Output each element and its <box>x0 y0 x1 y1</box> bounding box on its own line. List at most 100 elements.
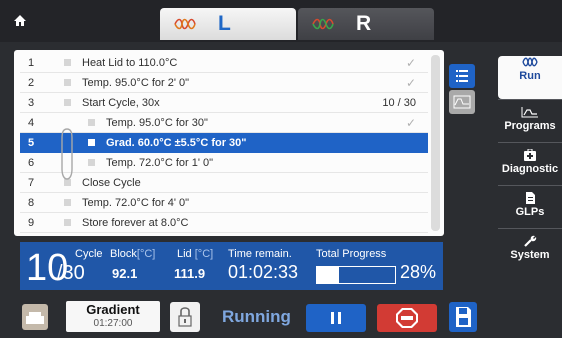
step-number: 5 <box>28 137 35 149</box>
block-left-label: L <box>218 12 231 35</box>
tab-block-left[interactable]: L <box>160 8 296 40</box>
first-aid-icon <box>524 149 536 161</box>
step-number: 3 <box>28 97 35 109</box>
nav-glps[interactable]: GLPs <box>498 185 562 228</box>
step-number: 6 <box>28 157 35 169</box>
step-description: Close Cycle <box>82 177 141 189</box>
list-view-button[interactable] <box>449 64 475 88</box>
step-number: 1 <box>28 57 35 69</box>
main-navigation: Run Programs Diagnostic GLPs System <box>498 50 562 271</box>
save-button[interactable] <box>449 302 477 332</box>
lock-icon <box>178 307 192 327</box>
gradient-title: Gradient <box>86 302 140 317</box>
gradient-time: 01:27:00 <box>93 318 133 329</box>
dna-icon <box>312 18 334 30</box>
step-row[interactable]: 7 Close Cycle <box>20 173 428 193</box>
run-status-panel: 10 /30 Cycle Block[°C] 92.1 Lid [°C] 111… <box>20 242 443 290</box>
step-done-check-icon: ✓ <box>405 56 416 70</box>
graph-view-button[interactable] <box>449 90 475 114</box>
pause-button[interactable] <box>306 304 366 332</box>
save-icon <box>456 307 471 327</box>
lid-icon <box>26 312 44 324</box>
step-description: Start Cycle, 30x <box>82 97 160 109</box>
pause-icon <box>331 312 341 324</box>
lid-temp-label: Lid [°C] <box>177 248 214 260</box>
steps-list: 1 Heat Lid to 110.0°C ✓ 2 Temp. 95.0°C for 2… <box>20 53 428 233</box>
nav-run-label: Run <box>519 70 541 82</box>
bottom-controls: Gradient 01:27:00 Running <box>0 296 562 338</box>
step-description: Temp. 72.0°C for 4' 0" <box>82 197 190 209</box>
nav-diagnostic[interactable]: Diagnostic <box>498 142 562 185</box>
step-status: 10 / 30 <box>382 97 416 109</box>
top-bar: L R <box>0 0 562 42</box>
block-right-label: R <box>356 12 372 35</box>
step-description: Temp. 72.0°C for 1' 0" <box>106 157 214 169</box>
wrench-icon <box>524 235 537 247</box>
step-description: Heat Lid to 110.0°C <box>82 57 178 69</box>
program-steps-panel: 1 Heat Lid to 110.0°C ✓ 2 Temp. 95.0°C for 2… <box>14 50 444 236</box>
step-number: 4 <box>28 117 35 129</box>
lock-button[interactable] <box>170 302 200 332</box>
stop-button[interactable] <box>377 304 437 332</box>
nav-programs[interactable]: Programs <box>498 99 562 142</box>
lid-button[interactable] <box>22 304 48 330</box>
nav-system-label: System <box>510 249 550 261</box>
step-done-check-icon: ✓ <box>405 116 416 130</box>
total-cycles: /30 <box>57 262 85 284</box>
home-button[interactable] <box>10 10 30 30</box>
gradient-info: Gradient 01:27:00 <box>66 301 160 332</box>
step-marker <box>64 219 71 226</box>
step-row[interactable]: 9 Store forever at 8.0°C <box>20 213 428 233</box>
step-number: 9 <box>28 217 35 229</box>
step-marker <box>64 99 71 106</box>
nav-diagnostic-label: Diagnostic <box>501 163 559 175</box>
step-description: Store forever at 8.0°C <box>82 217 189 229</box>
cycle-loop-icon <box>61 128 73 180</box>
step-row[interactable]: 3 Start Cycle, 30x 10 / 30 <box>20 93 428 113</box>
time-remaining-label: Time remain. <box>228 248 292 260</box>
nav-system[interactable]: System <box>498 228 562 271</box>
document-icon <box>526 192 535 204</box>
step-number: 2 <box>28 77 35 89</box>
step-number: 7 <box>28 177 35 189</box>
step-description: Grad. 60.0°C ±5.5°C for 30" <box>106 137 247 149</box>
profile-graph-icon <box>453 95 471 109</box>
progress-fill <box>317 267 339 283</box>
step-description: Temp. 95.0°C for 30" <box>106 117 208 129</box>
programs-icon <box>521 107 538 118</box>
step-row[interactable]: 6 Temp. 72.0°C for 1' 0" <box>20 153 428 173</box>
nav-glps-label: GLPs <box>515 206 545 218</box>
tab-block-right[interactable]: R <box>298 8 434 40</box>
step-row[interactable]: 2 Temp. 95.0°C for 2' 0" ✓ <box>20 73 428 93</box>
progress-percent: 28% <box>400 262 437 282</box>
run-state-label: Running <box>222 307 291 326</box>
list-icon <box>456 70 468 82</box>
progress-bar <box>316 266 396 284</box>
step-row[interactable]: 1 Heat Lid to 110.0°C ✓ <box>20 53 428 73</box>
time-remaining-value: 01:02:33 <box>228 262 299 282</box>
home-icon <box>14 15 26 26</box>
step-marker <box>88 139 95 146</box>
lid-temp-value: 111.9 <box>174 266 206 281</box>
step-done-check-icon: ✓ <box>405 76 416 90</box>
cycle-label: Cycle <box>75 248 103 260</box>
step-row[interactable]: 4 Temp. 95.0°C for 30" ✓ <box>20 113 428 133</box>
block-temp-label: Block[°C] <box>110 248 156 260</box>
thermocycler-screen: L R 1 Heat Lid to 110.0°C ✓ 2 Temp. 95.0°C f… <box>0 0 562 338</box>
dna-icon <box>522 57 538 67</box>
steps-scrollbar[interactable] <box>431 55 440 231</box>
block-temp-value: 92.1 <box>112 266 138 281</box>
step-marker <box>64 59 71 66</box>
step-number: 8 <box>28 197 35 209</box>
total-progress-label: Total Progress <box>316 248 387 260</box>
step-description: Temp. 95.0°C for 2' 0" <box>82 77 190 89</box>
step-marker <box>88 159 95 166</box>
step-marker <box>88 119 95 126</box>
step-marker <box>64 199 71 206</box>
step-row[interactable]: 8 Temp. 72.0°C for 4' 0" <box>20 193 428 213</box>
nav-run[interactable]: Run <box>498 56 562 99</box>
stop-icon <box>396 308 418 328</box>
step-row[interactable]: 5 Grad. 60.0°C ±5.5°C for 30" <box>20 133 428 153</box>
dna-icon <box>174 18 196 30</box>
nav-programs-label: Programs <box>504 120 556 132</box>
